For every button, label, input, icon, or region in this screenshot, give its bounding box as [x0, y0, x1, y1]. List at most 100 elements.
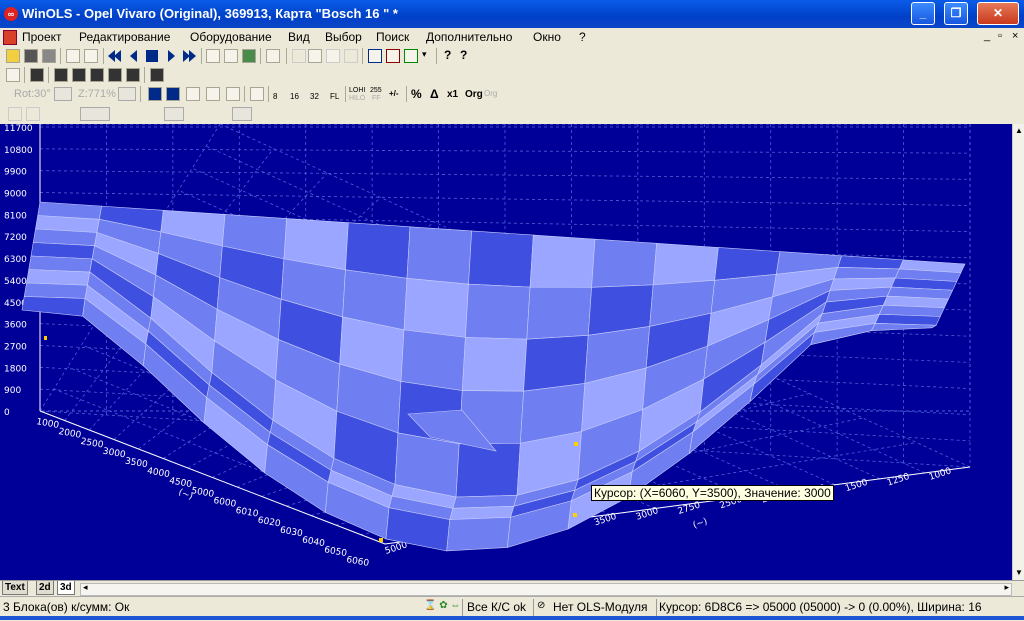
print-icon[interactable] [42, 49, 56, 63]
view-3d-icon[interactable] [148, 87, 162, 101]
bottom-axis-tick: 1000 [928, 466, 953, 483]
surface-cell [446, 516, 511, 552]
disabled-tool2-icon[interactable] [26, 107, 40, 121]
mdi-minimize-button[interactable]: _ [984, 30, 990, 42]
menu-extras[interactable]: Дополнительно [426, 30, 512, 44]
tile-icon[interactable] [84, 49, 98, 63]
cursor-tooltip: Курсор: (X=6060, Y=3500), Значение: 3000 [591, 485, 834, 501]
disabled-spinner-3[interactable] [232, 107, 252, 121]
home-icon[interactable] [308, 49, 322, 63]
scroll-up-icon[interactable]: ▲ [1014, 126, 1024, 136]
mdi-close-button[interactable]: × [1012, 30, 1018, 42]
forward-icon[interactable] [344, 49, 358, 63]
y-tick-label: 2700 [4, 342, 27, 352]
map-3d-canvas[interactable]: 1170010800990090008100720063005400450036… [0, 124, 1012, 580]
y-tick-label: 8100 [4, 211, 27, 221]
y-tick-label: 5400 [4, 277, 27, 287]
hat-star-icon[interactable] [150, 68, 164, 82]
f-icon[interactable] [368, 49, 382, 63]
p-icon[interactable] [404, 49, 418, 63]
surface-cell [833, 267, 900, 280]
hat-red-icon[interactable] [72, 68, 86, 82]
view-table-icon[interactable] [166, 87, 180, 101]
status-divider [656, 599, 657, 617]
bits-8-button[interactable]: 8 [273, 92, 277, 101]
rotation-spinner[interactable] [54, 87, 72, 101]
pen2-icon[interactable] [226, 87, 240, 101]
menu-view[interactable]: Вид [288, 30, 310, 44]
zoom-spinner[interactable] [118, 87, 136, 101]
minimize-button[interactable]: _ [911, 2, 935, 25]
pen-icon[interactable] [206, 87, 220, 101]
float-button[interactable]: FL [330, 92, 339, 101]
maximize-button[interactable]: ❐ [944, 2, 968, 25]
find-icon[interactable] [224, 49, 238, 63]
link-icon[interactable] [6, 68, 20, 82]
menu-search[interactable]: Поиск [376, 30, 409, 44]
checksum-all-ok: Все К/С ok [467, 600, 527, 614]
tab-text[interactable]: Text [2, 581, 28, 595]
tab-2d[interactable]: 2d [36, 581, 54, 595]
scroll-down-icon[interactable]: ▼ [1014, 568, 1024, 578]
disabled-spinner-2[interactable] [164, 107, 184, 121]
scroll-left-icon[interactable]: ◂ [83, 582, 88, 593]
decimal-button[interactable]: 255 [370, 87, 382, 94]
map-3d-view[interactable]: 11700 10800 9900 9000 8100 7200 6300 5400 4500 36… [0, 124, 1012, 580]
surface-cell [465, 283, 531, 340]
next-icon [168, 50, 175, 62]
menu-window[interactable]: Окно [533, 30, 561, 44]
document-icon[interactable] [3, 30, 17, 45]
menu-hardware[interactable]: Оборудование [190, 30, 272, 44]
close-button[interactable]: ✕ [977, 2, 1019, 25]
grid-icon[interactable] [250, 87, 264, 101]
mdi-restore-button[interactable]: ▫ [998, 30, 1002, 42]
percent-button[interactable]: % [411, 87, 422, 101]
cursor-icon[interactable] [186, 87, 200, 101]
original-button[interactable]: Org [465, 89, 483, 100]
sign-button[interactable]: +/- [389, 89, 399, 98]
toolbar-separator [103, 48, 104, 64]
surface-cell [406, 226, 472, 285]
tab-3d[interactable]: 3d [57, 581, 75, 595]
toolbar-separator [345, 86, 346, 102]
window-icon[interactable] [66, 49, 80, 63]
bits-16-button[interactable]: 16 [290, 92, 299, 101]
lohi-button[interactable]: LOHI [349, 87, 365, 94]
y-tick-label: 7200 [4, 233, 27, 243]
open-icon[interactable] [24, 49, 38, 63]
new-project-icon[interactable] [6, 49, 20, 63]
left-axis-tick: 2000 [58, 427, 83, 441]
list-icon[interactable] [206, 49, 220, 63]
dropdown-arrow-icon[interactable]: ▾ [422, 49, 427, 60]
delta-button[interactable]: Δ [430, 87, 439, 101]
menu-project[interactable]: Проект [22, 30, 62, 44]
menu-select[interactable]: Выбор [325, 30, 362, 44]
toolbar-view: Rot:30° Z:771% 8 16 32 FL LOHI HILO 255 … [0, 84, 1024, 104]
bottom-axis-tick: 1500 [844, 478, 869, 495]
hat-blue-icon[interactable] [54, 68, 68, 82]
home2-icon[interactable] [326, 49, 340, 63]
toolbar-main: ▾ ? ? [0, 46, 1024, 66]
context-help-icon[interactable]: ? [460, 48, 467, 62]
v-icon[interactable] [386, 49, 400, 63]
menu-help[interactable]: ? [579, 30, 586, 44]
hat-icon[interactable] [30, 68, 44, 82]
hat-green-icon[interactable] [108, 68, 122, 82]
back-icon[interactable] [292, 49, 306, 63]
disabled-spinner-1[interactable] [80, 107, 110, 121]
horizontal-scrollbar[interactable]: ◂ ▸ [80, 582, 1012, 596]
hat-x-icon[interactable] [90, 68, 104, 82]
vertical-scrollbar[interactable]: ▲ ▼ [1012, 124, 1024, 580]
tools-icon[interactable] [266, 49, 280, 63]
disabled-tool-icon[interactable] [8, 107, 22, 121]
factor-button[interactable]: x1 [447, 89, 458, 100]
map-icon[interactable] [242, 49, 256, 63]
surface-cell [461, 337, 528, 392]
original-compare-button[interactable]: Org [484, 89, 497, 98]
hat-sync-icon[interactable] [126, 68, 140, 82]
menu-edit[interactable]: Редактирование [79, 30, 170, 44]
scroll-right-icon[interactable]: ▸ [1004, 582, 1009, 593]
help-icon[interactable]: ? [444, 48, 451, 62]
bits-32-button[interactable]: 32 [310, 92, 319, 101]
left-axis-tick: 6000 [213, 496, 238, 510]
